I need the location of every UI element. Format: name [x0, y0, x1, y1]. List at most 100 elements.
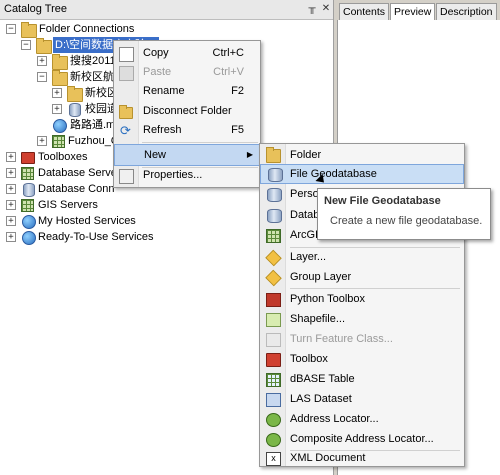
submenu-item-dbase-table[interactable]: dBASE Table: [260, 369, 464, 389]
menu-item-properties[interactable]: Properties...: [114, 166, 260, 185]
folder-icon: [52, 54, 68, 70]
folder-icon: [52, 70, 68, 86]
shapefile-icon: [266, 313, 281, 327]
menu-item-disconnect-folder[interactable]: Disconnect Folder: [114, 102, 260, 121]
menu-item-refresh[interactable]: ⟳ Refresh F5: [114, 121, 260, 140]
collapse-icon[interactable]: −: [21, 40, 31, 50]
menu-item-label: Folder: [290, 149, 322, 161]
tab-bar: Contents Preview Description: [337, 3, 500, 21]
submenu-item-las-dataset[interactable]: LAS Dataset: [260, 389, 464, 409]
menu-item-label: Composite Address Locator...: [290, 433, 434, 445]
menu-item-new[interactable]: New ▶: [114, 144, 260, 166]
tree-node-label: Database Serve: [38, 167, 117, 179]
submenu-item-python-toolbox[interactable]: Python Toolbox: [260, 289, 464, 309]
tab-preview[interactable]: Preview: [390, 3, 436, 21]
refresh-icon: ⟳: [120, 123, 131, 138]
composite-address-locator-icon: [266, 433, 281, 447]
toolbox-icon: [21, 152, 35, 164]
submenu-item-shapefile[interactable]: Shapefile...: [260, 309, 464, 329]
menu-item-label: Group Layer: [290, 271, 352, 283]
expand-icon[interactable]: +: [6, 152, 16, 162]
submenu-item-folder[interactable]: Folder: [260, 145, 464, 165]
layer-icon: [265, 249, 282, 267]
submenu-item-toolbox[interactable]: Toolbox: [260, 349, 464, 369]
paste-icon: [119, 66, 134, 81]
pin-icon[interactable]: ╥: [306, 2, 318, 16]
expand-icon[interactable]: +: [37, 56, 47, 66]
expand-icon[interactable]: +: [6, 200, 16, 210]
tooltip-title: New File Geodatabase: [324, 195, 441, 207]
expand-icon[interactable]: +: [6, 216, 16, 226]
submenu-item-layer[interactable]: Layer...: [260, 247, 464, 267]
context-menu: Copy Ctrl+C Paste Ctrl+V Rename F2 Disco…: [113, 40, 261, 188]
tree-node-label: Fuzhou_C: [68, 135, 119, 147]
disconnect-folder-icon: [119, 105, 133, 119]
menu-separator: [142, 142, 258, 143]
folder-icon: [266, 147, 281, 163]
menu-item-copy[interactable]: Copy Ctrl+C: [114, 44, 260, 63]
tree-node-label: Database Conn: [38, 183, 115, 195]
catalog-tree-title: Catalog Tree: [4, 3, 67, 15]
menu-item-label: Perso: [290, 188, 319, 200]
expand-icon[interactable]: +: [6, 232, 16, 242]
collapse-icon[interactable]: −: [37, 72, 47, 82]
expand-icon[interactable]: +: [37, 136, 47, 146]
tree-node-label: Ready-To-Use Services: [38, 231, 154, 243]
tree-node-label: 搜搜2011: [70, 55, 116, 67]
file-geodatabase-icon: [268, 168, 283, 182]
submenu-item-group-layer[interactable]: Group Layer: [260, 267, 464, 287]
submenu-item-address-locator[interactable]: Address Locator...: [260, 409, 464, 429]
menu-item-shortcut: Ctrl+C: [212, 47, 244, 59]
close-icon[interactable]: ✕: [320, 2, 332, 16]
menu-item-label: XML Document: [290, 452, 366, 464]
las-dataset-icon: [266, 393, 281, 407]
menu-item-paste[interactable]: Paste Ctrl+V: [114, 63, 260, 82]
submenu-item-turn-feature-class[interactable]: Turn Feature Class...: [260, 329, 464, 349]
menu-item-label: Refresh: [143, 124, 182, 136]
raster-icon: [52, 135, 65, 148]
tab-contents[interactable]: Contents: [339, 3, 390, 21]
arcgis-server-icon: [266, 229, 281, 243]
hosted-services-icon: [22, 215, 36, 229]
turn-feature-class-icon: [266, 333, 281, 347]
menu-item-label: File Geodatabase: [290, 168, 377, 180]
tab-description[interactable]: Description: [436, 3, 497, 21]
menu-item-label: Shapefile...: [290, 313, 346, 325]
submenu-item-xml-document[interactable]: x XML Document: [260, 448, 464, 468]
tree-node-label: GIS Servers: [38, 199, 98, 211]
menu-item-shortcut: Ctrl+V: [213, 66, 244, 78]
expand-icon[interactable]: +: [6, 168, 16, 178]
geodatabase-icon: [69, 103, 81, 117]
menu-item-label: New: [144, 149, 167, 161]
expand-icon[interactable]: +: [52, 88, 62, 98]
ready-services-icon: [22, 231, 36, 245]
submenu-item-file-geodatabase[interactable]: File Geodatabase: [260, 164, 464, 184]
python-toolbox-icon: [266, 293, 281, 307]
tree-node-label: My Hosted Services: [38, 215, 136, 227]
menu-item-label: Datab: [290, 209, 320, 221]
submenu-arrow-icon: ▶: [246, 150, 253, 159]
expand-icon[interactable]: +: [52, 104, 62, 114]
menu-item-label: Disconnect Folder: [143, 105, 232, 117]
menu-item-label: Properties...: [143, 169, 203, 181]
catalog-tree-header: Catalog Tree ╥ ✕: [0, 0, 333, 20]
folder-connections-icon: [21, 22, 37, 38]
menu-item-label: Paste: [143, 66, 172, 78]
database-server-icon: [21, 167, 34, 180]
tree-node-label: 路路通.m: [70, 119, 116, 131]
submenu-item-composite-address-locator[interactable]: Composite Address Locator...: [260, 429, 464, 449]
tree-node-label: Toolboxes: [38, 151, 88, 163]
toolbox-icon: [266, 353, 281, 367]
menu-item-shortcut: F5: [231, 124, 244, 136]
dbase-table-icon: [266, 373, 281, 387]
menu-item-label: Layer...: [290, 251, 327, 263]
menu-item-label: dBASE Table: [290, 373, 355, 385]
menu-item-rename[interactable]: Rename F2: [114, 82, 260, 101]
menu-item-label: Rename: [143, 85, 185, 97]
collapse-icon[interactable]: −: [6, 24, 16, 34]
menu-item-label: Turn Feature Class...: [290, 333, 393, 345]
tree-node-label: 新校区航: [70, 71, 114, 83]
menu-item-shortcut: F2: [231, 85, 244, 97]
expand-icon[interactable]: +: [6, 184, 16, 194]
map-document-icon: [53, 119, 67, 133]
